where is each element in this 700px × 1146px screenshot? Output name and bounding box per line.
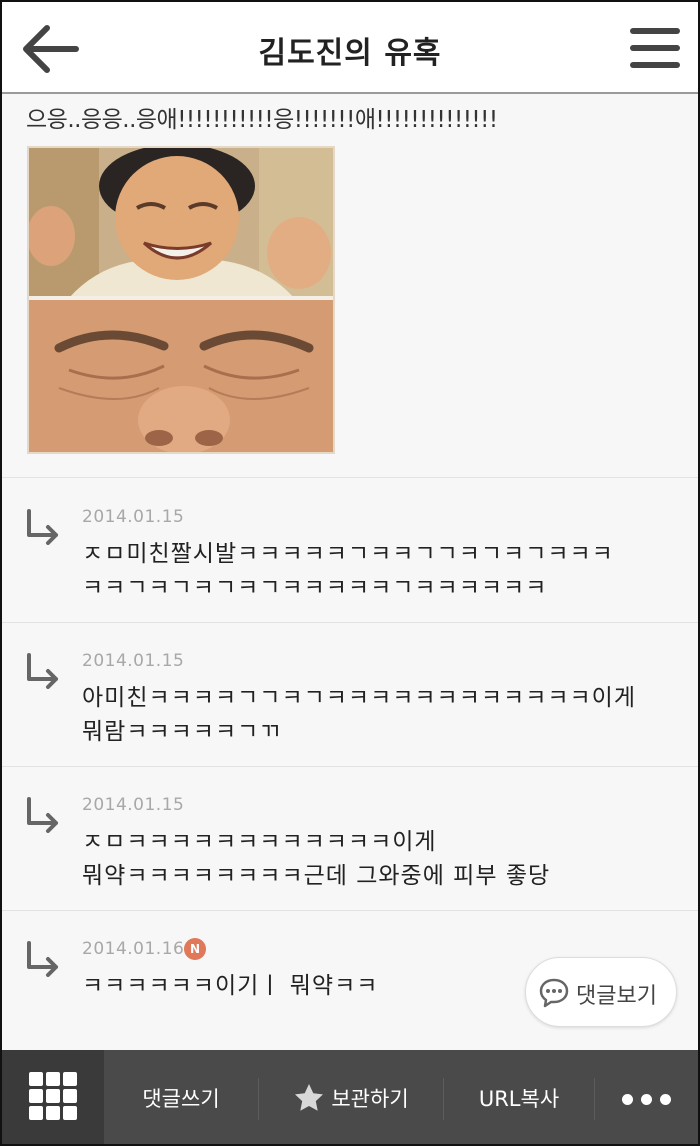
- comment-item[interactable]: 2014.01.15 ㅈㅁ미친짤시발ㅋㅋㅋㅋㅋㄱㅋㅋㄱㄱㅋㄱㅋㄱㅋㅋㅋ ㅋㅋㄱㅋ…: [2, 479, 698, 623]
- chat-bubble-icon: [539, 978, 569, 1008]
- menu-button[interactable]: [628, 26, 682, 70]
- copy-url-label: URL복사: [478, 1087, 560, 1111]
- post-body: 으응..응응..응애!!!!!!!!!!!응!!!!!!!애!!!!!!!!!!…: [2, 94, 698, 478]
- more-button[interactable]: [595, 1050, 698, 1144]
- hamburger-menu-icon: [630, 28, 680, 68]
- comment-date: 2014.01.15: [82, 795, 185, 815]
- grid-icon: [29, 1072, 77, 1120]
- reply-arrow-icon: [27, 941, 58, 977]
- view-comments-label: 댓글보기: [576, 984, 657, 1009]
- comment-item[interactable]: 2014.01.15 아미친ㅋㅋㅋㅋㄱㄱㅋㄱㅋㅋㅋㅋㅋㅋㅋㅋㅋㅋㅋㅋ이게 뭐람ㅋ…: [2, 623, 698, 767]
- reply-arrow-icon: [27, 653, 58, 689]
- face-photo-illustration: [29, 148, 333, 452]
- reply-arrow-icon: [27, 797, 58, 833]
- post-image[interactable]: [27, 146, 335, 454]
- more-dots-icon: [618, 1086, 675, 1110]
- copy-url-button[interactable]: URL복사: [444, 1050, 594, 1144]
- comment-date: 2014.01.15: [82, 507, 185, 527]
- new-badge: N: [184, 938, 206, 960]
- write-comment-button[interactable]: 댓글쓰기: [104, 1050, 258, 1144]
- comment-date: 2014.01.16: [82, 939, 185, 959]
- comment-text: ㅈㅁ미친짤시발ㅋㅋㅋㅋㅋㄱㅋㅋㄱㄱㅋㄱㅋㄱㅋㅋㅋ ㅋㅋㄱㅋㄱㅋㄱㅋㄱㅋㅋㅋㅋㅋㄱ…: [82, 541, 614, 601]
- comment-text: ㅋㅋㅋㅋㅋㅋ이기ㅣ 뭐약ㅋㅋ: [82, 973, 379, 999]
- comment-item[interactable]: 2014.01.15 ㅈㅁㅋㅋㅋㅋㅋㅋㅋㅋㅋㅋㅋㅋ이게 뭐약ㅋㅋㅋㅋㅋㅋㅋㅋ근데…: [2, 767, 698, 911]
- post-text: 으응..응응..응애!!!!!!!!!!!응!!!!!!!애!!!!!!!!!!…: [26, 107, 498, 133]
- grid-menu-button[interactable]: [2, 1050, 104, 1144]
- save-label: 보관하기: [331, 1087, 409, 1111]
- comment-date: 2014.01.15: [82, 651, 185, 671]
- bottom-toolbar: 댓글쓰기 보관하기 URL복사: [2, 1050, 698, 1144]
- page-title: 김도진의 유혹: [258, 36, 442, 71]
- header: 김도진의 유혹: [2, 2, 698, 94]
- write-comment-label: 댓글쓰기: [142, 1087, 220, 1111]
- app-frame: 김도진의 유혹 으응..응응..응애!!!!!!!!!!!응!!!!!!!애!!…: [0, 0, 700, 1146]
- comment-text: 아미친ㅋㅋㅋㅋㄱㄱㅋㄱㅋㅋㅋㅋㅋㅋㅋㅋㅋㅋㅋㅋ이게 뭐람ㅋㅋㅋㅋㅋㄱㄲ: [82, 685, 637, 745]
- view-comments-button[interactable]: 댓글보기: [525, 957, 677, 1027]
- comment-text: ㅈㅁㅋㅋㅋㅋㅋㅋㅋㅋㅋㅋㅋㅋ이게 뭐약ㅋㅋㅋㅋㅋㅋㅋㅋ근데 그와중에 피부 좋당: [82, 829, 551, 889]
- save-button[interactable]: 보관하기: [259, 1050, 443, 1144]
- star-icon: [295, 1084, 324, 1111]
- reply-arrow-icon: [27, 509, 58, 545]
